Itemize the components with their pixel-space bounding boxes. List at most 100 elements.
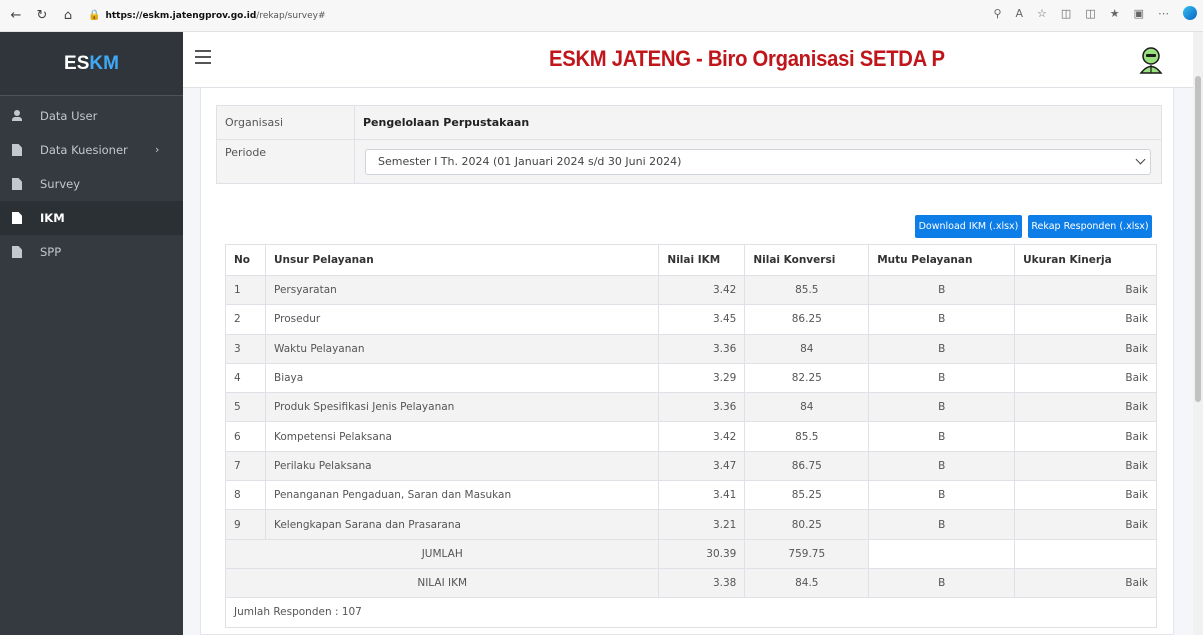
cell-mutu: B xyxy=(868,480,1016,511)
sidebar-item-data-kuesioner[interactable]: Data Kuesioner › xyxy=(0,133,183,167)
org-value: Pengelolaan Perpustakaan xyxy=(354,105,1162,140)
cell-nilai-konversi: 85.5 xyxy=(744,421,870,452)
sidebar-item-data-user[interactable]: Data User xyxy=(0,99,183,133)
cell-nilai-konversi: 84 xyxy=(744,333,870,364)
table-row: 3 Waktu Pelayanan 3.36 84 B Baik xyxy=(225,333,1157,364)
cell-unsur: Penanganan Pengaduan, Saran dan Masukan xyxy=(264,480,660,511)
zoom-icon[interactable]: ⚲ xyxy=(993,7,1001,20)
extensions-icon[interactable]: ◫ xyxy=(1061,7,1071,20)
browser-toolbar: ← ↻ ⌂ 🔒 https://eskm.jatengprov.go.id/re… xyxy=(0,0,1203,32)
sidebar-item-spp[interactable]: SPP xyxy=(0,235,183,269)
split-screen-icon[interactable]: ◫ xyxy=(1085,7,1095,20)
page-scrollbar[interactable] xyxy=(1193,32,1203,635)
jumlah-responden: Jumlah Responden : 107 xyxy=(225,597,1157,628)
cell-unsur: Persyaratan xyxy=(264,274,660,306)
cell-unsur: Prosedur xyxy=(264,304,660,335)
brand-logo[interactable]: ES KM xyxy=(0,32,183,96)
favorites-icon[interactable]: ★ xyxy=(1110,7,1120,20)
cell-kinerja: Baik xyxy=(1014,333,1157,364)
cell-mutu: B xyxy=(868,274,1016,306)
sidebar: ES KM Data User Data Kuesioner › Survey I… xyxy=(0,32,183,635)
download-ikm-button[interactable]: Download IKM (.xlsx) xyxy=(915,215,1022,238)
nilai-konversi-value: 84.5 xyxy=(744,567,870,599)
cell-mutu: B xyxy=(868,392,1016,423)
cell-nilai-konversi: 86.75 xyxy=(744,450,870,482)
table-row: 8 Penanganan Pengaduan, Saran dan Masukan… xyxy=(225,480,1157,511)
report-card: Organisasi Pengelolaan Perpustakaan Peri… xyxy=(200,88,1174,635)
sidebar-item-label: Data Kuesioner xyxy=(40,143,128,157)
jumlah-kinerja-empty xyxy=(1014,538,1157,569)
cell-mutu: B xyxy=(868,304,1016,335)
hamburger-menu-icon[interactable] xyxy=(195,50,211,64)
sidebar-item-survey[interactable]: Survey xyxy=(0,167,183,201)
avatar-icon[interactable] xyxy=(1138,46,1164,74)
cell-nilai-ikm: 3.42 xyxy=(658,421,746,452)
nilai-kinerja-value: Baik xyxy=(1014,567,1157,599)
page-title: ESKM JATENG - Biro Organisasi SETDA Prov… xyxy=(549,46,945,71)
jumlah-mutu-empty xyxy=(868,538,1016,569)
nilai-mutu-value: B xyxy=(868,567,1016,599)
period-select[interactable]: Semester I Th. 2024 (01 Januari 2024 s/d… xyxy=(365,148,1151,175)
url-host: https://eskm.jatengprov.go.id xyxy=(105,10,257,21)
cell-no: 6 xyxy=(225,421,266,452)
refresh-icon[interactable]: ↻ xyxy=(32,6,52,26)
lock-icon: 🔒 xyxy=(88,10,101,21)
cell-no: 2 xyxy=(225,304,266,335)
cell-nilai-ikm: 3.36 xyxy=(658,392,746,423)
cell-kinerja: Baik xyxy=(1014,480,1157,511)
table-row: 6 Kompetensi Pelaksana 3.42 85.5 B Baik xyxy=(225,421,1157,452)
cell-nilai-ikm: 3.41 xyxy=(658,480,746,511)
cell-kinerja: Baik xyxy=(1014,362,1157,394)
read-aloud-icon[interactable]: A xyxy=(1016,7,1024,20)
table-row: 7 Perilaku Pelaksana 3.47 86.75 B Baik xyxy=(225,450,1157,482)
url-path: /rekap/survey# xyxy=(256,10,326,21)
sidebar-item-ikm[interactable]: IKM xyxy=(0,201,183,235)
chevron-right-icon: › xyxy=(155,143,160,156)
cell-mutu: B xyxy=(868,333,1016,364)
cell-no: 1 xyxy=(225,274,266,306)
cell-unsur: Biaya xyxy=(264,362,660,394)
cell-kinerja: Baik xyxy=(1014,274,1157,306)
jumlah-label: JUMLAH xyxy=(224,538,660,569)
ikm-table: No Unsur Pelayanan Nilai IKM Nilai Konve… xyxy=(224,244,1157,628)
cell-nilai-konversi: 82.25 xyxy=(744,362,870,394)
sidebar-item-label: Data User xyxy=(40,109,98,123)
main-content: Organisasi Pengelolaan Perpustakaan Peri… xyxy=(183,88,1193,635)
column-header-nilai-konversi: Nilai Konversi xyxy=(744,244,870,276)
top-navbar: ESKM JATENG - Biro Organisasi SETDA Prov… xyxy=(183,32,1203,88)
filter-table: Organisasi Pengelolaan Perpustakaan Peri… xyxy=(216,105,1162,184)
edge-copilot-icon[interactable] xyxy=(1183,6,1197,20)
scrollbar-thumb[interactable] xyxy=(1195,76,1201,402)
nilai-ikm-label: NILAI IKM xyxy=(224,567,660,599)
cell-nilai-ikm: 3.21 xyxy=(658,509,746,540)
cell-no: 7 xyxy=(225,450,266,482)
table-row: 1 Persyaratan 3.42 85.5 B Baik xyxy=(225,274,1157,306)
chevron-down-icon xyxy=(1135,154,1146,165)
period-selected-value: Semester I Th. 2024 (01 Januari 2024 s/d… xyxy=(378,155,682,168)
more-icon[interactable]: ⋯ xyxy=(1158,7,1169,20)
cell-nilai-konversi: 85.25 xyxy=(744,480,870,511)
document-icon xyxy=(12,212,22,224)
collections-icon[interactable]: ▣ xyxy=(1134,7,1144,20)
table-row: 5 Produk Spesifikasi Jenis Pelayanan 3.36 8… xyxy=(225,392,1157,423)
favorite-star-icon[interactable]: ☆ xyxy=(1037,7,1047,20)
cell-nilai-ikm: 3.29 xyxy=(658,362,746,394)
cell-nilai-konversi: 84 xyxy=(744,392,870,423)
jumlah-ikm: 30.39 xyxy=(658,538,746,569)
document-icon xyxy=(12,178,22,190)
cell-kinerja: Baik xyxy=(1014,304,1157,335)
cell-nilai-konversi: 85.5 xyxy=(744,274,870,306)
cell-mutu: B xyxy=(868,509,1016,540)
cell-unsur: Perilaku Pelaksana xyxy=(264,450,660,482)
back-icon[interactable]: ← xyxy=(6,6,26,26)
address-bar[interactable]: 🔒 https://eskm.jatengprov.go.id/rekap/su… xyxy=(88,4,968,28)
home-icon[interactable]: ⌂ xyxy=(58,6,78,26)
sidebar-item-label: SPP xyxy=(40,245,62,259)
cell-kinerja: Baik xyxy=(1014,450,1157,482)
user-icon xyxy=(12,110,22,122)
sidebar-item-label: Survey xyxy=(40,177,81,191)
cell-nilai-ikm: 3.42 xyxy=(658,274,746,306)
brand-prefix: ES xyxy=(64,52,90,74)
rekap-responden-button[interactable]: Rekap Responden (.xlsx) xyxy=(1028,215,1152,238)
cell-unsur: Kelengkapan Sarana dan Prasarana xyxy=(264,509,660,540)
